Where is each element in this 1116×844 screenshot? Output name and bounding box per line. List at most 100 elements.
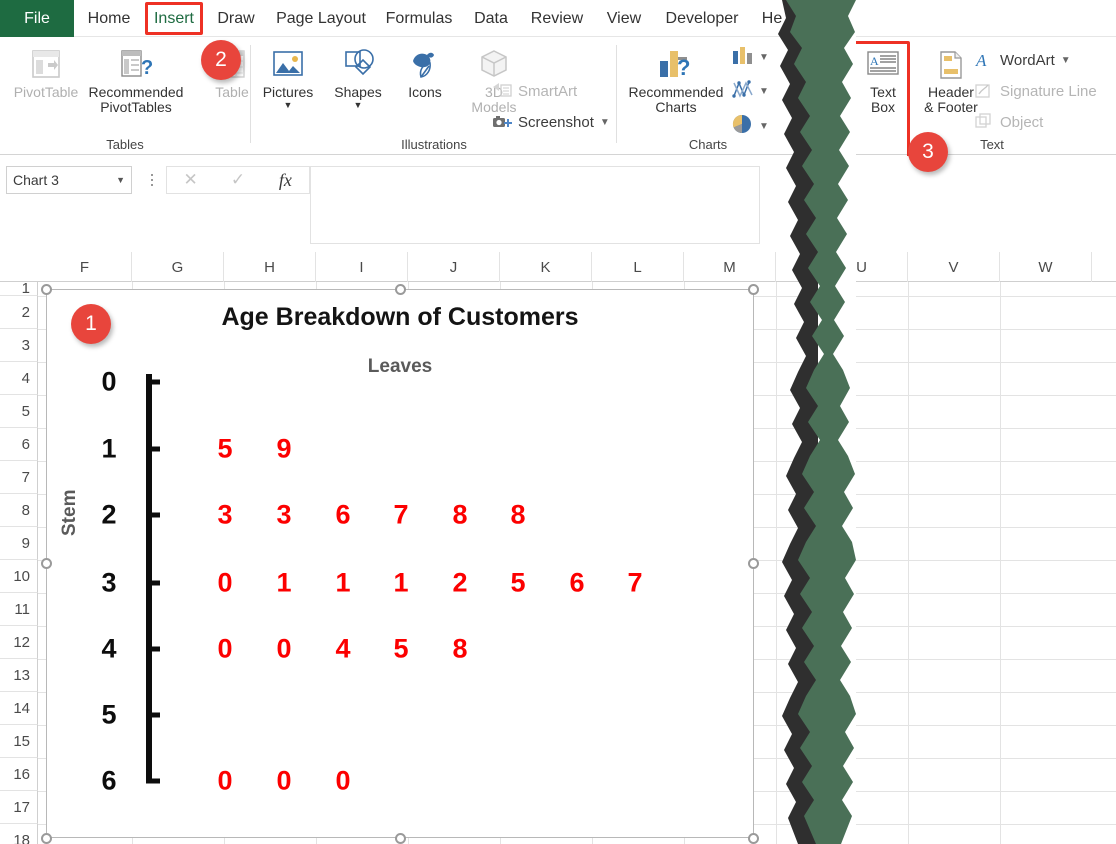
tab-page-layout[interactable]: Page Layout: [266, 0, 376, 37]
leaf: 5: [217, 433, 233, 464]
pie-chart-chevron-down-icon[interactable]: ▼: [759, 121, 769, 132]
wordart-button[interactable]: A WordArt ▼: [974, 50, 1071, 70]
fx-icon[interactable]: fx: [262, 170, 309, 191]
chart-handle-bottom-center[interactable]: [395, 833, 406, 844]
row-header-15[interactable]: 15: [0, 725, 38, 758]
stem-value-6: 6: [101, 765, 117, 796]
check-icon[interactable]: ✓: [214, 170, 261, 190]
tab-formulas[interactable]: Formulas: [376, 0, 462, 37]
row-header-18[interactable]: 18: [0, 824, 38, 844]
column-header-V[interactable]: V: [908, 252, 1000, 282]
column-header-L[interactable]: L: [592, 252, 684, 282]
row-header-12[interactable]: 12: [0, 626, 38, 659]
chart-handle-top-right[interactable]: [748, 284, 759, 295]
chart-object[interactable]: Age Breakdown of Customers Leaves Stem 0…: [46, 289, 754, 838]
pie-chart-button[interactable]: ▼: [731, 113, 769, 140]
row-header-17[interactable]: 17: [0, 791, 38, 824]
text-box-button[interactable]: A Text Box: [852, 41, 914, 115]
leaf: 0: [335, 765, 351, 796]
leaf: 6: [335, 499, 351, 530]
column-header-F[interactable]: F: [38, 252, 132, 282]
row-header-2[interactable]: 2: [0, 296, 38, 329]
wordart-icon: A: [974, 50, 994, 70]
tab-insert[interactable]: Insert: [144, 0, 204, 37]
shapes-label: Shapes: [334, 84, 382, 100]
recommended-charts-button[interactable]: ? Recommended Charts: [618, 41, 734, 115]
column-header-W[interactable]: W: [1000, 252, 1092, 282]
row-header-9[interactable]: 9: [0, 527, 38, 560]
smartart-button[interactable]: SmartArt: [492, 81, 577, 101]
row-header-16[interactable]: 16: [0, 758, 38, 791]
object-button[interactable]: Object: [974, 112, 1043, 132]
column-chart-chevron-down-icon[interactable]: ▼: [759, 52, 769, 63]
leaf: 0: [217, 567, 233, 598]
column-header-J[interactable]: J: [408, 252, 500, 282]
column-header-G[interactable]: G: [132, 252, 224, 282]
recommended-pivottables-label-1: Recommended: [88, 84, 184, 100]
screenshot-chevron-down-icon[interactable]: ▼: [600, 117, 610, 128]
shapes-button[interactable]: Shapes ▼: [322, 41, 394, 110]
row-header-3[interactable]: 3: [0, 329, 38, 362]
row-header-11[interactable]: 11: [0, 593, 38, 626]
screenshot-button[interactable]: Screenshot ▼: [492, 112, 610, 132]
scatter-chart-button[interactable]: ▼: [731, 79, 769, 104]
icons-label: Icons: [408, 84, 442, 100]
row-header-4[interactable]: 4: [0, 362, 38, 395]
chart-handle-bottom-right[interactable]: [748, 833, 759, 844]
signature-line-button[interactable]: Signature Line ▼: [974, 81, 1116, 101]
chart-handle-top-center[interactable]: [395, 284, 406, 295]
chart-handle-middle-left[interactable]: [41, 558, 52, 569]
tab-draw[interactable]: Draw: [206, 0, 266, 37]
wordart-label: WordArt: [1000, 51, 1055, 69]
leaf: 8: [452, 499, 468, 530]
tab-home[interactable]: Home: [74, 0, 144, 37]
tab-developer[interactable]: Developer: [654, 0, 750, 37]
column-header-M[interactable]: M: [684, 252, 776, 282]
row-header-8[interactable]: 8: [0, 494, 38, 527]
scatter-chart-icon: [731, 79, 755, 104]
column-header-K[interactable]: K: [500, 252, 592, 282]
recommended-pivottables-button[interactable]: ? Recommended PivotTables: [78, 41, 194, 115]
row-header-5[interactable]: 5: [0, 395, 38, 428]
tab-help[interactable]: He: [752, 0, 792, 37]
ribbon-group-text-label: Text: [980, 137, 1004, 152]
wordart-chevron-down-icon[interactable]: ▼: [1061, 55, 1071, 66]
name-box[interactable]: Chart 3 ▼: [6, 166, 132, 194]
scatter-chart-chevron-down-icon[interactable]: ▼: [759, 86, 769, 97]
tab-page-layout-label: Page Layout: [276, 9, 366, 27]
stem-value-3: 3: [101, 567, 117, 598]
row-header-6[interactable]: 6: [0, 428, 38, 461]
stem-tick-4: [146, 646, 160, 652]
column-header-H-label: H: [264, 258, 275, 276]
3d-models-button[interactable]: 3D Models: [456, 41, 532, 115]
column-header-H[interactable]: H: [224, 252, 316, 282]
tab-view-label: View: [606, 9, 642, 27]
row-header-13[interactable]: 13: [0, 659, 38, 692]
column-header-U[interactable]: U: [816, 252, 908, 282]
tab-view[interactable]: View: [594, 0, 654, 37]
column-header-I[interactable]: I: [316, 252, 408, 282]
tab-review[interactable]: Review: [520, 0, 594, 37]
tab-data[interactable]: Data: [462, 0, 520, 37]
chart-handle-bottom-left[interactable]: [41, 833, 52, 844]
formula-bar-grip[interactable]: [148, 170, 156, 190]
chart-handle-top-left[interactable]: [41, 284, 52, 295]
leaf: 0: [217, 765, 233, 796]
formula-input[interactable]: [310, 166, 760, 244]
row-header-10[interactable]: 10: [0, 560, 38, 593]
column-chart-button[interactable]: ▼: [731, 45, 769, 70]
tab-file[interactable]: File: [0, 0, 74, 37]
cancel-icon[interactable]: ✕: [167, 170, 214, 190]
pictures-button[interactable]: Pictures ▼: [252, 41, 324, 110]
chart-handle-middle-right[interactable]: [748, 558, 759, 569]
row-header-7[interactable]: 7: [0, 461, 38, 494]
row-header-14[interactable]: 14: [0, 692, 38, 725]
stem-value-5: 5: [101, 699, 117, 730]
stem-value-4: 4: [101, 633, 117, 664]
pictures-chevron-down-icon[interactable]: ▼: [284, 101, 293, 110]
row-header-1[interactable]: 1: [0, 280, 38, 297]
shapes-chevron-down-icon[interactable]: ▼: [354, 101, 363, 110]
name-box-chevron-down-icon[interactable]: ▼: [116, 175, 125, 185]
icons-button[interactable]: Icons: [392, 41, 458, 100]
column-header-K-label: K: [540, 258, 551, 276]
